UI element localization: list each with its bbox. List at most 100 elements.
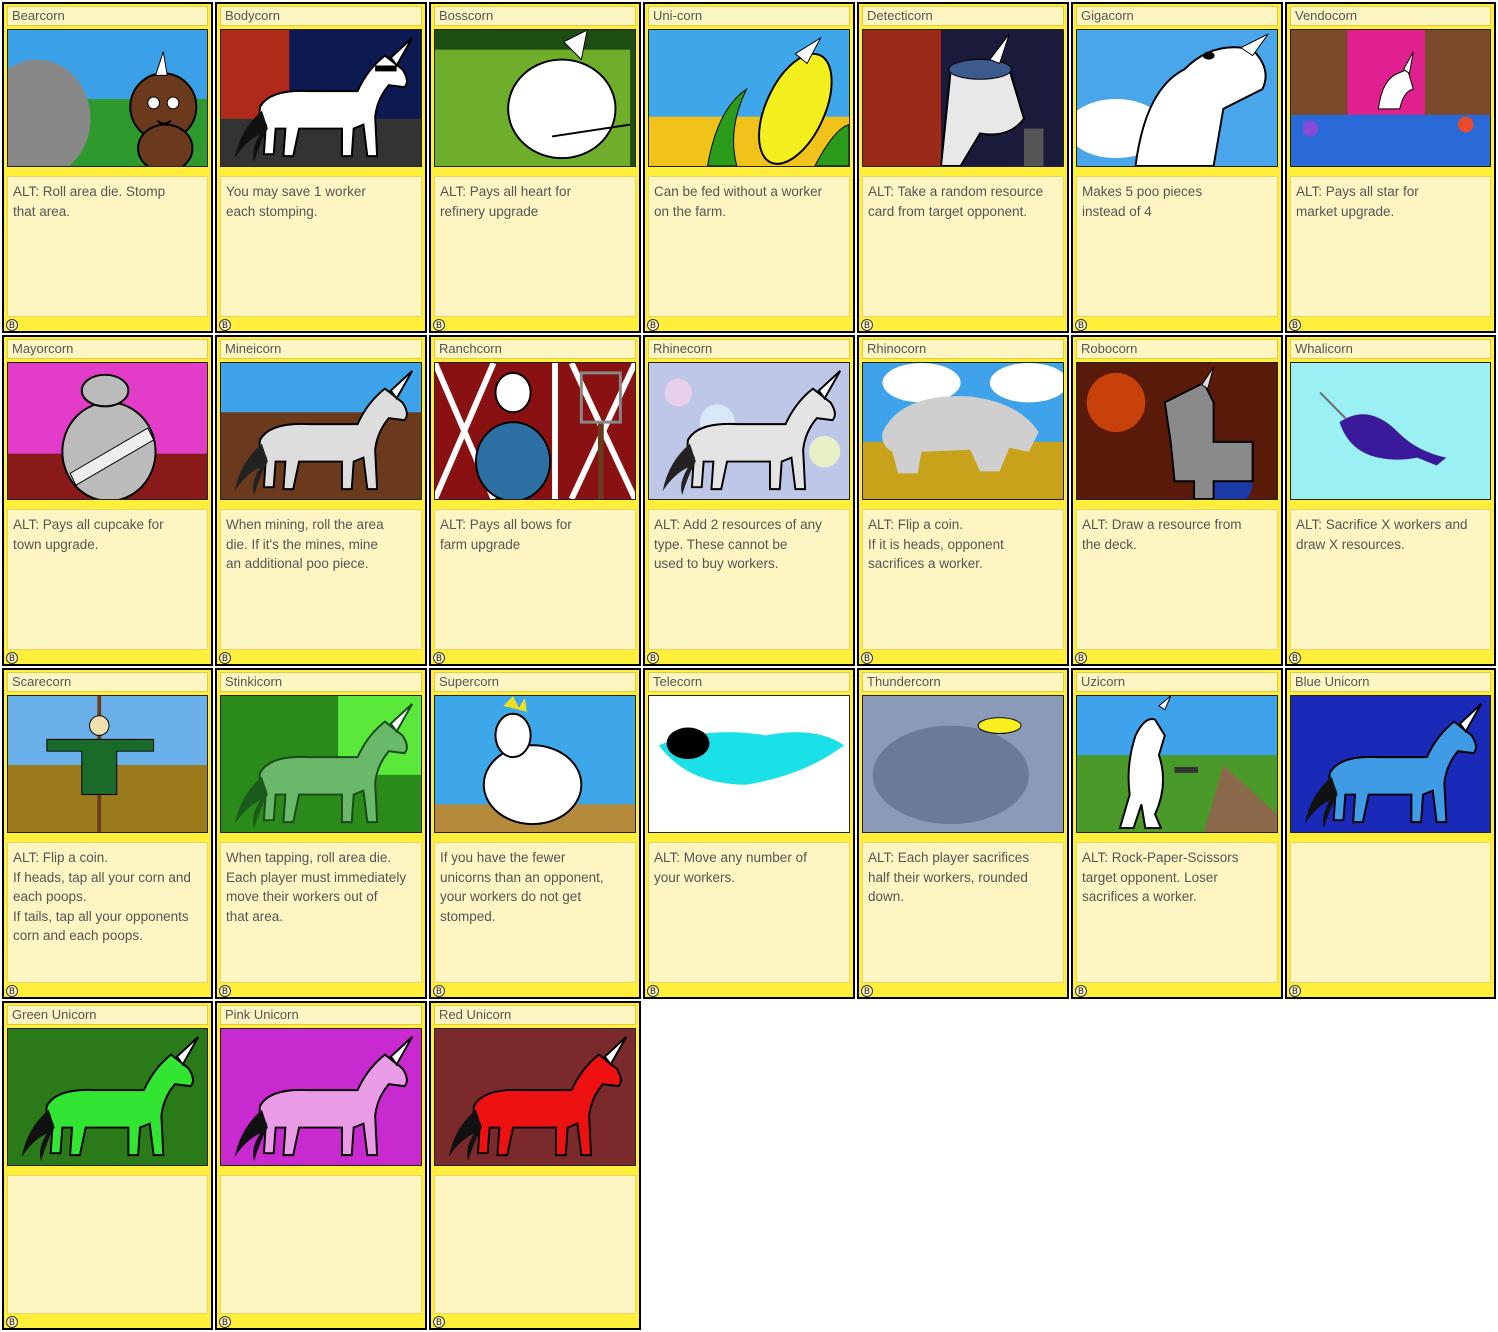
mining-unicorn-icon [220, 362, 422, 500]
card[interactable]: Green Unicorn B [2, 1001, 213, 1330]
mayor-unicorn-icon [7, 362, 208, 500]
bear-unicorn-icon [7, 29, 208, 167]
robot-unicorn-icon [1076, 362, 1278, 500]
card-set-badge: B [1075, 319, 1087, 331]
card-title: Detecticorn [862, 6, 1064, 26]
card[interactable]: Telecorn ALT: Move any number of your wo… [643, 668, 855, 999]
card-title: Supercorn [434, 672, 636, 692]
card[interactable]: Red Unicorn B [429, 1001, 641, 1330]
card[interactable]: Scarecorn ALT: Flip a coin. If heads, ta… [2, 668, 213, 999]
card[interactable]: Detecticorn ALT: Take a random resource … [857, 2, 1069, 333]
stinky-unicorn-icon [220, 695, 422, 833]
card-set-badge: B [1075, 652, 1087, 664]
card-title: Mineicorn [220, 339, 422, 359]
card-title: Thundercorn [862, 672, 1064, 692]
card-title: Stinkicorn [220, 672, 422, 692]
card[interactable]: Rhinecorn ALT: Add 2 resources of any ty… [643, 335, 855, 666]
card[interactable]: Bearcorn ALT: Roll area die. Stomp that … [2, 2, 213, 333]
card-text: ALT: Pays all cupcake for town upgrade. [7, 509, 208, 650]
blue-unicorn-icon [1290, 695, 1491, 833]
rhinestone-unicorn-icon [648, 362, 850, 500]
card-title: Bearcorn [7, 6, 208, 26]
card-text: ALT: Pays all bows for farm upgrade [434, 509, 636, 650]
card[interactable]: Mineicorn When mining, roll the area die… [215, 335, 427, 666]
card-text: ALT: Pays all star for market upgrade. [1290, 176, 1491, 317]
rhino-icon [862, 362, 1064, 500]
card-set-badge: B [1289, 319, 1301, 331]
card-set-badge: B [861, 319, 873, 331]
card[interactable]: Thundercorn ALT: Each player sacrifices … [857, 668, 1069, 999]
detective-unicorn-icon [862, 29, 1064, 167]
card-text [1290, 842, 1491, 983]
card-set-badge: B [433, 319, 445, 331]
card[interactable]: Uzicorn ALT: Rock-Paper-Scissors target … [1071, 668, 1283, 999]
red-unicorn-icon [434, 1028, 636, 1166]
card[interactable]: Bosscorn ALT: Pays all heart for refiner… [429, 2, 641, 333]
card[interactable]: Supercorn If you have the fewer unicorns… [429, 668, 641, 999]
card-text: If you have the fewer unicorns than an o… [434, 842, 636, 983]
card-title: Red Unicorn [434, 1005, 636, 1025]
scarecrow-icon [7, 695, 208, 833]
card-title: Bosscorn [434, 6, 636, 26]
card-title: Whalicorn [1290, 339, 1491, 359]
card-set-badge: B [6, 652, 18, 664]
green-unicorn-icon [7, 1028, 208, 1166]
card-text [7, 1175, 208, 1314]
card-title: Rhinecorn [648, 339, 850, 359]
card-text: When mining, roll the area die. If it's … [220, 509, 422, 650]
card-set-badge: B [433, 985, 445, 997]
card[interactable]: Robocorn ALT: Draw a resource from the d… [1071, 335, 1283, 666]
card[interactable]: Vendocorn ALT: Pays all star for market … [1285, 2, 1496, 333]
card-set-badge: B [433, 1316, 445, 1328]
card-title: Rhinocorn [862, 339, 1064, 359]
card[interactable]: Ranchcorn ALT: Pays all bows for farm up… [429, 335, 641, 666]
card-set-badge: B [1289, 652, 1301, 664]
card-text: You may save 1 worker each stomping. [220, 176, 422, 317]
card-text: ALT: Take a random resource card from ta… [862, 176, 1064, 317]
card-set-badge: B [219, 652, 231, 664]
card-set-badge: B [219, 985, 231, 997]
teleport-icon [648, 695, 850, 833]
card-title: Uzicorn [1076, 672, 1278, 692]
card-set-badge: B [6, 1316, 18, 1328]
card-text: ALT: Sacrifice X workers and draw X reso… [1290, 509, 1491, 650]
super-unicorn-icon [434, 695, 636, 833]
card-title: Gigacorn [1076, 6, 1278, 26]
card[interactable]: Uni-corn Can be fed without a worker on … [643, 2, 855, 333]
card-text [434, 1175, 636, 1314]
vendor-unicorn-icon [1290, 29, 1491, 167]
card[interactable]: Pink Unicorn B [215, 1001, 427, 1330]
card-text: When tapping, roll area die. Each player… [220, 842, 422, 983]
card[interactable]: Mayorcorn ALT: Pays all cupcake for town… [2, 335, 213, 666]
card-title: Green Unicorn [7, 1005, 208, 1025]
card[interactable]: Rhinocorn ALT: Flip a coin. If it is hea… [857, 335, 1069, 666]
card-text: ALT: Flip a coin. If heads, tap all your… [7, 842, 208, 983]
card-text: ALT: Add 2 resources of any type. These … [648, 509, 850, 650]
card[interactable]: Stinkicorn When tapping, roll area die. … [215, 668, 427, 999]
card-set-badge: B [647, 319, 659, 331]
card-text: ALT: Rock-Paper-Scissors target opponent… [1076, 842, 1278, 983]
card[interactable]: Bodycorn You may save 1 worker each stom… [215, 2, 427, 333]
card[interactable]: Blue Unicorn B [1285, 668, 1496, 999]
card-title: Scarecorn [7, 672, 208, 692]
card-text: ALT: Draw a resource from the deck. [1076, 509, 1278, 650]
card-title: Uni-corn [648, 6, 850, 26]
card-text: ALT: Each player sacrifices half their w… [862, 842, 1064, 983]
card[interactable]: Whalicorn ALT: Sacrifice X workers and d… [1285, 335, 1496, 666]
narwhal-icon [1290, 362, 1491, 500]
storm-cloud-icon [862, 695, 1064, 833]
giant-unicorn-icon [1076, 29, 1278, 167]
card-set-badge: B [219, 1316, 231, 1328]
card-set-badge: B [861, 985, 873, 997]
card-set-badge: B [861, 652, 873, 664]
card-title: Pink Unicorn [220, 1005, 422, 1025]
card-text: ALT: Roll area die. Stomp that area. [7, 176, 208, 317]
card-set-badge: B [647, 652, 659, 664]
card-set-badge: B [1075, 985, 1087, 997]
card-set-badge: B [219, 319, 231, 331]
card-text: ALT: Flip a coin. If it is heads, oppone… [862, 509, 1064, 650]
pink-unicorn-icon [220, 1028, 422, 1166]
card[interactable]: Gigacorn Makes 5 poo pieces instead of 4… [1071, 2, 1283, 333]
corn-icon [648, 29, 850, 167]
card-title: Ranchcorn [434, 339, 636, 359]
